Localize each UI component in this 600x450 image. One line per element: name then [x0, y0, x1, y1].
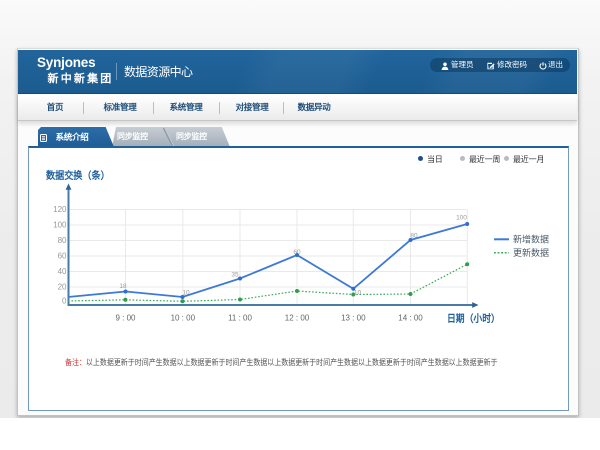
svg-text:80: 80 — [58, 236, 67, 245]
svg-text:新增数据: 新增数据 — [513, 234, 549, 245]
svg-text:更新数据: 更新数据 — [513, 247, 549, 258]
svg-text:100: 100 — [456, 215, 467, 222]
svg-text:10: 10 — [354, 290, 362, 297]
svg-text:80: 80 — [410, 233, 418, 240]
svg-text:13 : 00: 13 : 00 — [341, 314, 366, 323]
svg-text:11 : 00: 11 : 00 — [228, 314, 252, 323]
svg-text:60: 60 — [293, 249, 301, 256]
svg-text:10: 10 — [182, 290, 190, 297]
svg-text:9 : 00: 9 : 00 — [115, 314, 136, 323]
svg-text:14 : 00: 14 : 00 — [398, 314, 423, 323]
svg-text:12 : 00: 12 : 00 — [285, 314, 310, 323]
svg-text:40: 40 — [58, 267, 67, 276]
svg-text:60: 60 — [58, 252, 67, 261]
svg-text:100: 100 — [53, 221, 67, 230]
svg-text:10 : 00: 10 : 00 — [171, 314, 196, 323]
svg-text:0: 0 — [62, 297, 67, 306]
svg-text:20: 20 — [58, 283, 67, 292]
svg-text:18: 18 — [119, 283, 127, 290]
svg-text:35: 35 — [231, 272, 239, 279]
svg-text:120: 120 — [53, 205, 67, 214]
